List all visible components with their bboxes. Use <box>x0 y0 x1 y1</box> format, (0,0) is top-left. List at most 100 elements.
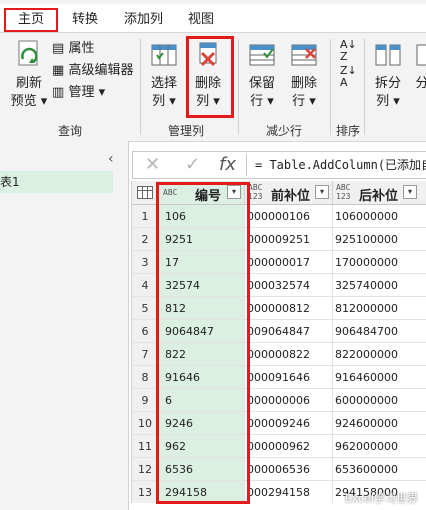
cell-id[interactable]: 822 <box>159 343 245 366</box>
column-header-back-pad[interactable]: ABC 123 后补位 ▾ <box>333 181 426 205</box>
keep-rows-button[interactable]: 保留 行 ▾ <box>244 39 280 111</box>
table-row[interactable]: 5 812 000000812 812000000 <box>132 297 426 320</box>
cell-front-pad[interactable]: 000006536 <box>245 458 333 481</box>
cell-id[interactable]: 91646 <box>159 366 245 389</box>
type-any-icon: ABC 123 <box>248 183 262 201</box>
column-header-id[interactable]: ABC 编号 ▾ <box>159 181 245 205</box>
row-number[interactable]: 7 <box>132 343 159 366</box>
cell-back-pad[interactable]: 812000000 <box>333 297 426 320</box>
row-number[interactable]: 6 <box>132 320 159 343</box>
table-row[interactable]: 6 9064847 009064847 906484700 <box>132 320 426 343</box>
table-row[interactable]: 3 17 000000017 170000000 <box>132 251 426 274</box>
ribbon-tabs: 主页 转换 添加列 视图 <box>0 4 426 32</box>
table-row[interactable]: 2 9251 000009251 925100000 <box>132 228 426 251</box>
cell-front-pad[interactable]: 000032574 <box>245 274 333 297</box>
cell-back-pad[interactable]: 906484700 <box>333 320 426 343</box>
cell-back-pad[interactable]: 170000000 <box>333 251 426 274</box>
group-by-button[interactable]: 分 <box>412 39 426 93</box>
row-number[interactable]: 3 <box>132 251 159 274</box>
formula-input[interactable]: = Table.AddColumn(已添加自定 <box>255 156 426 173</box>
table-row[interactable]: 12 6536 000006536 653600000 <box>132 458 426 481</box>
keep-rows-label1: 保留 <box>248 76 275 91</box>
cell-front-pad[interactable]: 000000812 <box>245 297 333 320</box>
filter-dropdown-icon[interactable]: ▾ <box>403 185 417 199</box>
refresh-preview-button[interactable]: 刷新 预览 ▾ <box>8 39 50 111</box>
table-row[interactable]: 8 91646 000091646 916460000 <box>132 366 426 389</box>
cell-front-pad[interactable]: 000000006 <box>245 389 333 412</box>
cell-id[interactable]: 9251 <box>159 228 245 251</box>
table-row[interactable]: 1 106 000000106 106000000 <box>132 205 426 228</box>
table-row[interactable]: 10 9246 000009246 924600000 <box>132 412 426 435</box>
table-row[interactable]: 9 6 000000006 600000000 <box>132 389 426 412</box>
row-number[interactable]: 12 <box>132 458 159 481</box>
cell-back-pad[interactable]: 962000000 <box>333 435 426 458</box>
cell-front-pad[interactable]: 000000962 <box>245 435 333 458</box>
row-number[interactable]: 8 <box>132 366 159 389</box>
sort-ascending-icon: A↓ Z <box>340 38 357 63</box>
confirm-icon[interactable]: ✓ <box>185 154 200 175</box>
cell-id[interactable]: 294158 <box>159 481 245 503</box>
cell-id[interactable]: 17 <box>159 251 245 274</box>
cell-id[interactable]: 812 <box>159 297 245 320</box>
column-header-front-pad[interactable]: ABC 123 前补位 ▾ <box>245 181 333 205</box>
remove-columns-button[interactable]: 删除 列 ▾ <box>190 39 226 111</box>
cell-front-pad[interactable]: 000000106 <box>245 205 333 228</box>
cell-id[interactable]: 106 <box>159 205 245 228</box>
choose-columns-button[interactable]: 选择 列 ▾ <box>146 39 182 111</box>
cell-front-pad[interactable]: 000000017 <box>245 251 333 274</box>
row-number[interactable]: 13 <box>132 481 159 503</box>
cell-back-pad[interactable]: 916460000 <box>333 366 426 389</box>
cell-front-pad[interactable]: 000009251 <box>245 228 333 251</box>
cell-back-pad[interactable]: 822000000 <box>333 343 426 366</box>
row-number[interactable]: 4 <box>132 274 159 297</box>
row-number[interactable]: 10 <box>132 412 159 435</box>
row-number[interactable]: 2 <box>132 228 159 251</box>
fx-icon[interactable]: fx <box>219 154 236 175</box>
cancel-icon[interactable]: ✕ <box>145 154 160 175</box>
cell-front-pad[interactable]: 000294158 <box>245 481 333 503</box>
query-item[interactable]: 表1 <box>0 171 113 193</box>
table-menu-button[interactable] <box>132 181 159 205</box>
cell-front-pad[interactable]: 000091646 <box>245 366 333 389</box>
filter-dropdown-icon[interactable]: ▾ <box>315 185 329 199</box>
data-grid: ABC 编号 ▾ ABC 123 前补位 ▾ ABC 123 后补位 ▾ 1 106 0… <box>131 181 426 503</box>
cell-id[interactable]: 9246 <box>159 412 245 435</box>
cell-front-pad[interactable]: 000009246 <box>245 412 333 435</box>
cell-id[interactable]: 6536 <box>159 458 245 481</box>
manage-button[interactable]: ▥ 管理 ▾ <box>52 83 105 103</box>
cell-back-pad[interactable]: 600000000 <box>333 389 426 412</box>
collapse-pane-icon[interactable]: ‹ <box>108 151 114 167</box>
refresh-icon <box>18 40 38 66</box>
sort-ascending-button[interactable]: A↓ Z <box>340 39 357 63</box>
tab-home[interactable]: 主页 <box>4 8 58 32</box>
remove-rows-button[interactable]: 删除 行 ▾ <box>286 39 322 111</box>
split-column-button[interactable]: 拆分 列 ▾ <box>370 39 406 111</box>
table-row[interactable]: 11 962 000000962 962000000 <box>132 435 426 458</box>
cell-back-pad[interactable]: 925100000 <box>333 228 426 251</box>
row-number[interactable]: 5 <box>132 297 159 320</box>
cell-back-pad[interactable]: 924600000 <box>333 412 426 435</box>
cell-back-pad[interactable]: 106000000 <box>333 205 426 228</box>
row-number[interactable]: 11 <box>132 435 159 458</box>
table-row[interactable]: 4 32574 000032574 325740000 <box>132 274 426 297</box>
row-number[interactable]: 1 <box>132 205 159 228</box>
filter-dropdown-icon[interactable]: ▾ <box>227 185 241 199</box>
cell-front-pad[interactable]: 009064847 <box>245 320 333 343</box>
row-number[interactable]: 9 <box>132 389 159 412</box>
formula-bar: ✕ ✓ fx = Table.AddColumn(已添加自定 <box>132 151 426 179</box>
cell-id[interactable]: 32574 <box>159 274 245 297</box>
cell-id[interactable]: 962 <box>159 435 245 458</box>
cell-front-pad[interactable]: 000000822 <box>245 343 333 366</box>
advanced-editor-button[interactable]: ▦ 高级编辑器 <box>52 61 133 81</box>
tab-view[interactable]: 视图 <box>188 8 214 32</box>
properties-button[interactable]: ▤ 属性 <box>52 39 94 59</box>
tab-add-column[interactable]: 添加列 <box>124 8 163 32</box>
tab-transform[interactable]: 转换 <box>72 8 98 32</box>
table-row[interactable]: 7 822 000000822 822000000 <box>132 343 426 366</box>
cell-back-pad[interactable]: 653600000 <box>333 458 426 481</box>
cell-id[interactable]: 6 <box>159 389 245 412</box>
cell-back-pad[interactable]: 325740000 <box>333 274 426 297</box>
sort-descending-button[interactable]: Z↓ A <box>340 65 357 89</box>
column-name: 后补位 <box>359 189 399 204</box>
cell-id[interactable]: 9064847 <box>159 320 245 343</box>
